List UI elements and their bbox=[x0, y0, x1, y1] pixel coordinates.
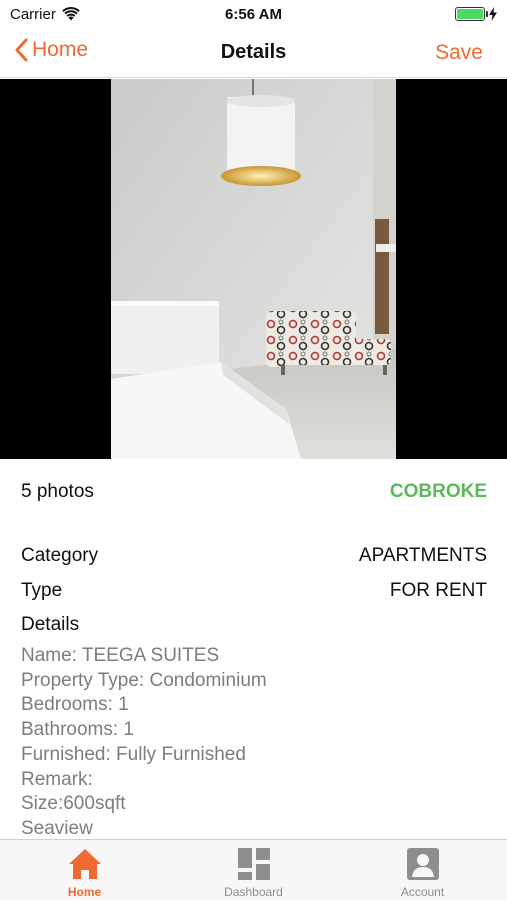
charging-bolt-icon bbox=[489, 7, 497, 21]
tab-account[interactable]: Account bbox=[338, 840, 507, 900]
status-bar: Carrier 6:56 AM bbox=[0, 0, 507, 28]
detail-line: Furnished: Fully Furnished bbox=[21, 743, 246, 765]
battery-icon bbox=[455, 7, 488, 21]
tab-home-label: Home bbox=[67, 885, 102, 899]
tab-bar: Home Dashboard Account bbox=[0, 839, 507, 900]
wifi-icon bbox=[62, 7, 80, 21]
photo-viewer bbox=[0, 79, 507, 459]
type-value: FOR RENT bbox=[389, 580, 487, 601]
tab-account-label: Account bbox=[400, 885, 445, 899]
tab-home[interactable]: Home bbox=[0, 840, 169, 900]
detail-line: Seaview bbox=[21, 817, 93, 839]
account-icon bbox=[406, 848, 439, 880]
back-button[interactable]: Home bbox=[14, 38, 88, 62]
type-row: Type FOR RENT bbox=[21, 580, 487, 602]
details-list: Name: TEEGA SUITES Property Type: Condom… bbox=[21, 644, 491, 842]
dashboard-icon bbox=[237, 848, 270, 880]
category-label: Category bbox=[21, 545, 99, 566]
status-right bbox=[455, 7, 497, 21]
detail-line: Remark: bbox=[21, 768, 93, 790]
detail-line: Name: TEEGA SUITES bbox=[21, 645, 220, 666]
save-button[interactable]: Save bbox=[435, 41, 483, 65]
detail-line: Bedrooms: 1 bbox=[21, 694, 129, 716]
tab-dashboard[interactable]: Dashboard bbox=[169, 840, 338, 900]
room-photo-illustration bbox=[111, 79, 396, 459]
cobroke-badge: COBROKE bbox=[389, 481, 487, 502]
photo-count: 5 photos bbox=[21, 481, 94, 502]
status-left: Carrier bbox=[10, 6, 80, 23]
type-label: Type bbox=[21, 580, 63, 601]
carrier-label: Carrier bbox=[10, 5, 56, 23]
chevron-left-icon bbox=[15, 38, 28, 62]
property-photo[interactable] bbox=[111, 79, 396, 459]
detail-line: Bathrooms: 1 bbox=[21, 719, 134, 741]
detail-line: Property Type: Condominium bbox=[21, 669, 267, 691]
photos-row: 5 photos COBROKE bbox=[21, 481, 487, 503]
tab-dashboard-label: Dashboard bbox=[224, 885, 283, 899]
details-heading: Details bbox=[21, 614, 80, 635]
navigation-bar: Home Details Save bbox=[0, 28, 507, 78]
category-row: Category APARTMENTS bbox=[21, 545, 487, 567]
category-value: APARTMENTS bbox=[358, 545, 487, 566]
back-button-label: Home bbox=[32, 38, 89, 61]
detail-line: Size:600sqft bbox=[21, 793, 126, 815]
home-icon bbox=[68, 849, 101, 879]
